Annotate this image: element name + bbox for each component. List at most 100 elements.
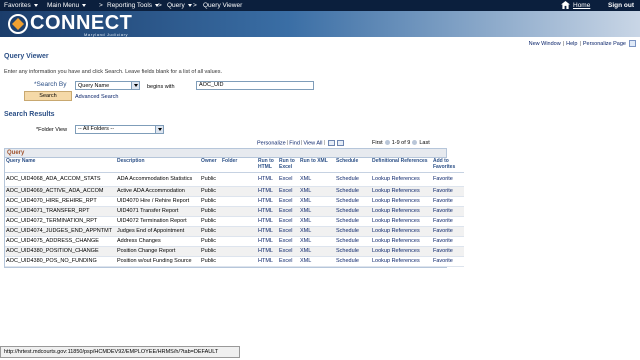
- header-owner[interactable]: Owner: [200, 158, 221, 173]
- query-name-cell[interactable]: AOC_UID4072_TERMINATION_RPT: [5, 216, 116, 227]
- run-html-link[interactable]: HTML: [257, 256, 278, 267]
- lookup-references-link[interactable]: Lookup References: [371, 216, 432, 227]
- run-xml-link[interactable]: XML: [299, 246, 335, 257]
- run-excel-link[interactable]: Excel: [278, 186, 299, 197]
- schedule-link[interactable]: Schedule: [335, 196, 371, 207]
- header-description[interactable]: Description: [116, 158, 200, 173]
- personalize-page-link[interactable]: Personalize Page: [583, 41, 626, 47]
- run-excel-link[interactable]: Excel: [278, 206, 299, 217]
- previous-arrow-icon[interactable]: [384, 140, 390, 146]
- lookup-references-link[interactable]: Lookup References: [371, 246, 432, 257]
- view-all-link[interactable]: View All: [303, 140, 322, 146]
- description-cell: Active ADA Accommodation: [116, 186, 200, 197]
- favorite-link[interactable]: Favorite: [432, 172, 464, 187]
- query-name-cell[interactable]: AOC_UID4075_ADDRESS_CHANGE: [5, 236, 116, 247]
- folder-view-select[interactable]: -- All Folders --: [75, 125, 164, 134]
- run-excel-link[interactable]: Excel: [278, 172, 299, 187]
- favorite-link[interactable]: Favorite: [432, 236, 464, 247]
- run-xml-link[interactable]: XML: [299, 172, 335, 187]
- table-row: AOC_UID4071_TRANSFER_RPT UID4071 Transfer…: [5, 206, 464, 217]
- favorite-link[interactable]: Favorite: [432, 196, 464, 207]
- favorite-link[interactable]: Favorite: [432, 246, 464, 257]
- first-link[interactable]: First: [372, 140, 383, 146]
- query-name-cell[interactable]: AOC_UID4069_ACTIVE_ADA_ACCOM: [5, 186, 116, 197]
- schedule-link[interactable]: Schedule: [335, 172, 371, 187]
- favorite-link[interactable]: Favorite: [432, 256, 464, 267]
- lookup-references-link[interactable]: Lookup References: [371, 196, 432, 207]
- run-xml-link[interactable]: XML: [299, 216, 335, 227]
- favorite-link[interactable]: Favorite: [432, 206, 464, 217]
- favorites-menu[interactable]: Favorites: [4, 2, 38, 9]
- breadcrumb-reporting-tools[interactable]: Reporting Tools: [107, 2, 160, 9]
- run-html-link[interactable]: HTML: [257, 172, 278, 187]
- run-excel-link[interactable]: Excel: [278, 196, 299, 207]
- header-query-name[interactable]: Query Name: [5, 158, 116, 173]
- find-link[interactable]: Find: [289, 140, 300, 146]
- home-link[interactable]: Home: [573, 2, 590, 9]
- run-excel-link[interactable]: Excel: [278, 226, 299, 237]
- download-icon[interactable]: [327, 140, 335, 146]
- search-button[interactable]: Search: [24, 91, 72, 101]
- breadcrumb-query[interactable]: Query: [167, 2, 192, 9]
- description-cell: UID4072 Termination Report: [116, 216, 200, 227]
- favorite-link[interactable]: Favorite: [432, 226, 464, 237]
- run-xml-link[interactable]: XML: [299, 226, 335, 237]
- spreadsheet-icon[interactable]: [336, 140, 344, 146]
- home-icon[interactable]: [561, 1, 570, 9]
- lookup-references-link[interactable]: Lookup References: [371, 172, 432, 187]
- help-link[interactable]: Help: [566, 41, 577, 47]
- run-excel-link[interactable]: Excel: [278, 236, 299, 247]
- lookup-references-link[interactable]: Lookup References: [371, 226, 432, 237]
- run-xml-link[interactable]: XML: [299, 236, 335, 247]
- breadcrumb-query-viewer[interactable]: Query Viewer: [203, 2, 242, 9]
- table-row: AOC_UID4380_POSITION_CHANGE Position Chan…: [5, 246, 464, 257]
- query-name-cell[interactable]: AOC_UID4380_POS_NO_FUNDING: [5, 256, 116, 267]
- lookup-references-link[interactable]: Lookup References: [371, 186, 432, 197]
- lookup-references-link[interactable]: Lookup References: [371, 256, 432, 267]
- schedule-link[interactable]: Schedule: [335, 236, 371, 247]
- run-html-link[interactable]: HTML: [257, 216, 278, 227]
- run-excel-link[interactable]: Excel: [278, 216, 299, 227]
- search-input[interactable]: AOC_UID: [196, 81, 314, 90]
- run-xml-link[interactable]: XML: [299, 256, 335, 267]
- run-html-link[interactable]: HTML: [257, 206, 278, 217]
- run-html-link[interactable]: HTML: [257, 226, 278, 237]
- lookup-references-link[interactable]: Lookup References: [371, 236, 432, 247]
- grid-pagination: First 1-9 of 9 Last: [372, 140, 430, 146]
- page-options-icon[interactable]: [629, 40, 636, 47]
- table-header-row: Query Name Description Owner Folder Run …: [5, 158, 464, 173]
- run-html-link[interactable]: HTML: [257, 246, 278, 257]
- new-window-link[interactable]: New Window: [529, 41, 561, 47]
- schedule-link[interactable]: Schedule: [335, 246, 371, 257]
- lookup-references-link[interactable]: Lookup References: [371, 206, 432, 217]
- run-xml-link[interactable]: XML: [299, 186, 335, 197]
- sign-out-link[interactable]: Sign out: [608, 2, 634, 9]
- personalize-grid-link[interactable]: Personalize: [257, 140, 286, 146]
- schedule-link[interactable]: Schedule: [335, 216, 371, 227]
- schedule-link[interactable]: Schedule: [335, 226, 371, 237]
- favorite-link[interactable]: Favorite: [432, 186, 464, 197]
- run-html-link[interactable]: HTML: [257, 196, 278, 207]
- favorite-link[interactable]: Favorite: [432, 216, 464, 227]
- run-excel-link[interactable]: Excel: [278, 246, 299, 257]
- query-name-cell[interactable]: AOC_UID4380_POSITION_CHANGE: [5, 246, 116, 257]
- run-xml-link[interactable]: XML: [299, 196, 335, 207]
- run-xml-link[interactable]: XML: [299, 206, 335, 217]
- query-name-cell[interactable]: AOC_UID4071_TRANSFER_RPT: [5, 206, 116, 217]
- run-html-link[interactable]: HTML: [257, 186, 278, 197]
- query-name-cell[interactable]: AOC_UID4074_JUDGES_END_APPNTMT: [5, 226, 116, 237]
- next-arrow-icon[interactable]: [412, 140, 418, 146]
- schedule-link[interactable]: Schedule: [335, 256, 371, 267]
- run-excel-link[interactable]: Excel: [278, 256, 299, 267]
- last-link[interactable]: Last: [419, 140, 429, 146]
- description-cell: Address Changes: [116, 236, 200, 247]
- main-menu[interactable]: Main Menu: [47, 2, 87, 9]
- schedule-link[interactable]: Schedule: [335, 186, 371, 197]
- run-html-link[interactable]: HTML: [257, 236, 278, 247]
- header-folder[interactable]: Folder: [221, 158, 257, 173]
- query-name-cell[interactable]: AOC_UID4070_HIRE_REHIRE_RPT: [5, 196, 116, 207]
- search-by-select[interactable]: Query Name: [75, 81, 140, 90]
- query-name-cell[interactable]: AOC_UID4068_ADA_ACCOM_STATS: [5, 172, 116, 187]
- schedule-link[interactable]: Schedule: [335, 206, 371, 217]
- advanced-search-link[interactable]: Advanced Search: [75, 94, 118, 100]
